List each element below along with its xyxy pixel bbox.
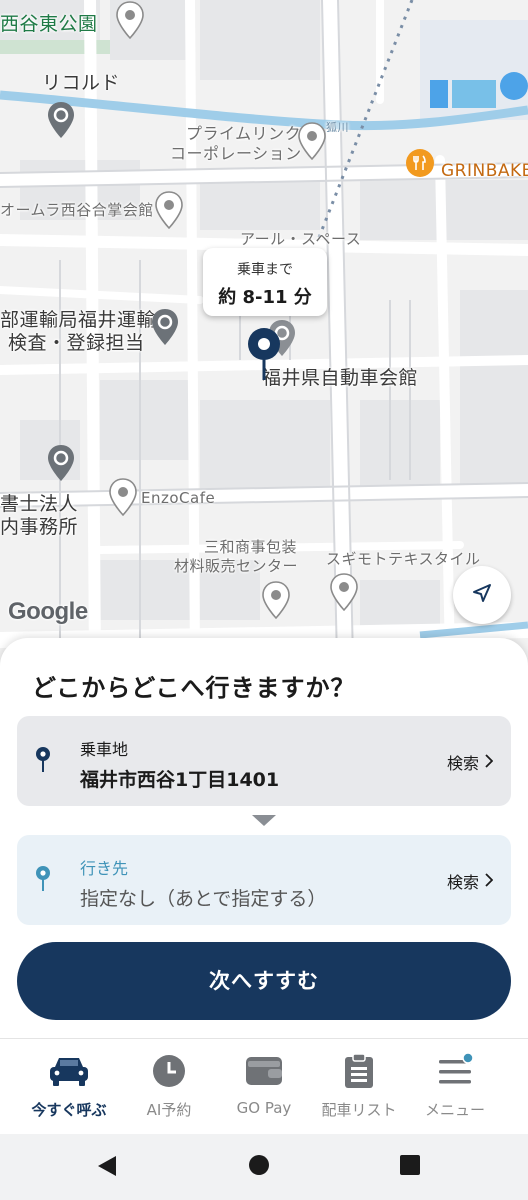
prime-label-1: プライムリンク [186, 124, 302, 143]
nav-dispatch-list[interactable]: 配車リスト [306, 1039, 412, 1135]
clipboard-icon [341, 1053, 377, 1089]
eta-bubble: 乗車まで 約 8-11 分 [203, 248, 327, 316]
sheet-title: どこからどこへ行きますか？ [32, 674, 356, 702]
pickup-label: 乗車地 [80, 740, 129, 759]
pickup-field[interactable]: 乗車地 福井市西谷1丁目1401 検索 [17, 716, 511, 806]
sugimoto-label: スギモトテキスタイル [326, 550, 481, 568]
wallet-icon [246, 1053, 282, 1089]
pickup-marker-icon[interactable] [246, 324, 282, 384]
navigation-arrow-icon [471, 582, 493, 608]
destination-search-button[interactable]: 検索 [446, 869, 494, 893]
clock-icon [151, 1053, 187, 1089]
gyosei-label-1: 書士法人 [0, 493, 79, 515]
chevron-right-icon [485, 872, 494, 891]
destination-field[interactable]: 行き先 指定なし（あとで指定する） 検索 [17, 835, 511, 925]
map-view[interactable]: 西谷東公園 リコルド プライムリンク コーポレーション 狐川 GRINBAKE … [0, 0, 528, 660]
poi-pin-icon[interactable] [149, 307, 181, 347]
nav-label: 今すぐ呼ぶ [31, 1101, 107, 1119]
nav-go-pay[interactable]: GO Pay [211, 1039, 317, 1135]
bottom-nav: 今すぐ呼ぶ AI予約 GO Pay 配車リスト メニュー [0, 1038, 528, 1134]
poi-pin-icon[interactable] [107, 477, 139, 517]
jidosha-label: 福井県自動車会館 [262, 367, 419, 389]
sanwa-label-2: 材料販売センター [174, 557, 299, 575]
home-icon[interactable] [248, 1154, 270, 1180]
taxi-icon [50, 1053, 88, 1089]
prime-label-2: コーポレーション [170, 144, 302, 163]
nav-ai-reservation[interactable]: AI予約 [116, 1039, 222, 1135]
pickup-search-button[interactable]: 検索 [446, 750, 494, 774]
search-label: 検索 [446, 754, 479, 773]
enzo-label: EnzoCafe [141, 489, 216, 507]
unyu-label-1: 部運輸局福井運輸 [0, 309, 157, 331]
eta-caption: 乗車まで [237, 262, 293, 278]
next-button[interactable]: 次へすすむ [17, 942, 511, 1020]
grinbake-label: GRINBAKE [441, 161, 528, 181]
nav-menu[interactable]: メニュー [402, 1039, 508, 1135]
ricold-label: リコルド [42, 72, 121, 94]
poi-pin-icon[interactable] [260, 580, 292, 620]
unyu-label-2: 検査・登録担当 [8, 332, 145, 354]
restaurant-icon[interactable] [406, 149, 434, 177]
pickup-pin-icon [35, 746, 51, 774]
google-logo: Google [8, 598, 88, 625]
nav-call-now[interactable]: 今すぐ呼ぶ [16, 1039, 122, 1135]
current-location-button[interactable] [453, 566, 511, 624]
omura-label: オームラ西谷合掌会館 [0, 201, 154, 219]
poi-pin-icon[interactable] [45, 443, 77, 483]
nav-label: メニュー [424, 1101, 485, 1119]
nav-label: AI予約 [146, 1101, 192, 1119]
route-sheet: どこからどこへ行きますか？ 乗車地 福井市西谷1丁目1401 検索 行き先 指定… [0, 638, 528, 1038]
poi-pin-icon[interactable] [153, 190, 185, 230]
poi-pin-icon[interactable] [296, 121, 328, 161]
nav-label: 配車リスト [321, 1101, 397, 1119]
art-space-label: アール・スペース [240, 230, 362, 248]
system-navigation-bar [0, 1134, 528, 1200]
river-label: 狐川 [326, 121, 349, 134]
recents-icon[interactable] [399, 1154, 421, 1180]
search-label: 検索 [446, 873, 479, 892]
menu-icon [437, 1052, 474, 1089]
destination-label: 行き先 [80, 859, 129, 878]
poi-pin-icon[interactable] [45, 100, 77, 140]
destination-value: 指定なし（あとで指定する） [80, 888, 327, 910]
chevron-right-icon [485, 753, 494, 772]
sanwa-label-1: 三和商事包装 [204, 538, 298, 556]
park-label: 西谷東公園 [0, 13, 98, 35]
eta-time: 約 8-11 分 [218, 287, 312, 308]
chevron-down-icon [252, 815, 276, 826]
poi-pin-icon[interactable] [328, 572, 360, 612]
pickup-address: 福井市西谷1丁目1401 [80, 769, 280, 791]
poi-pin-icon[interactable] [114, 0, 146, 40]
nav-label: GO Pay [236, 1099, 292, 1117]
back-icon[interactable] [96, 1154, 118, 1182]
gyosei-label-2: 内事務所 [0, 516, 79, 538]
destination-pin-icon [35, 865, 51, 893]
